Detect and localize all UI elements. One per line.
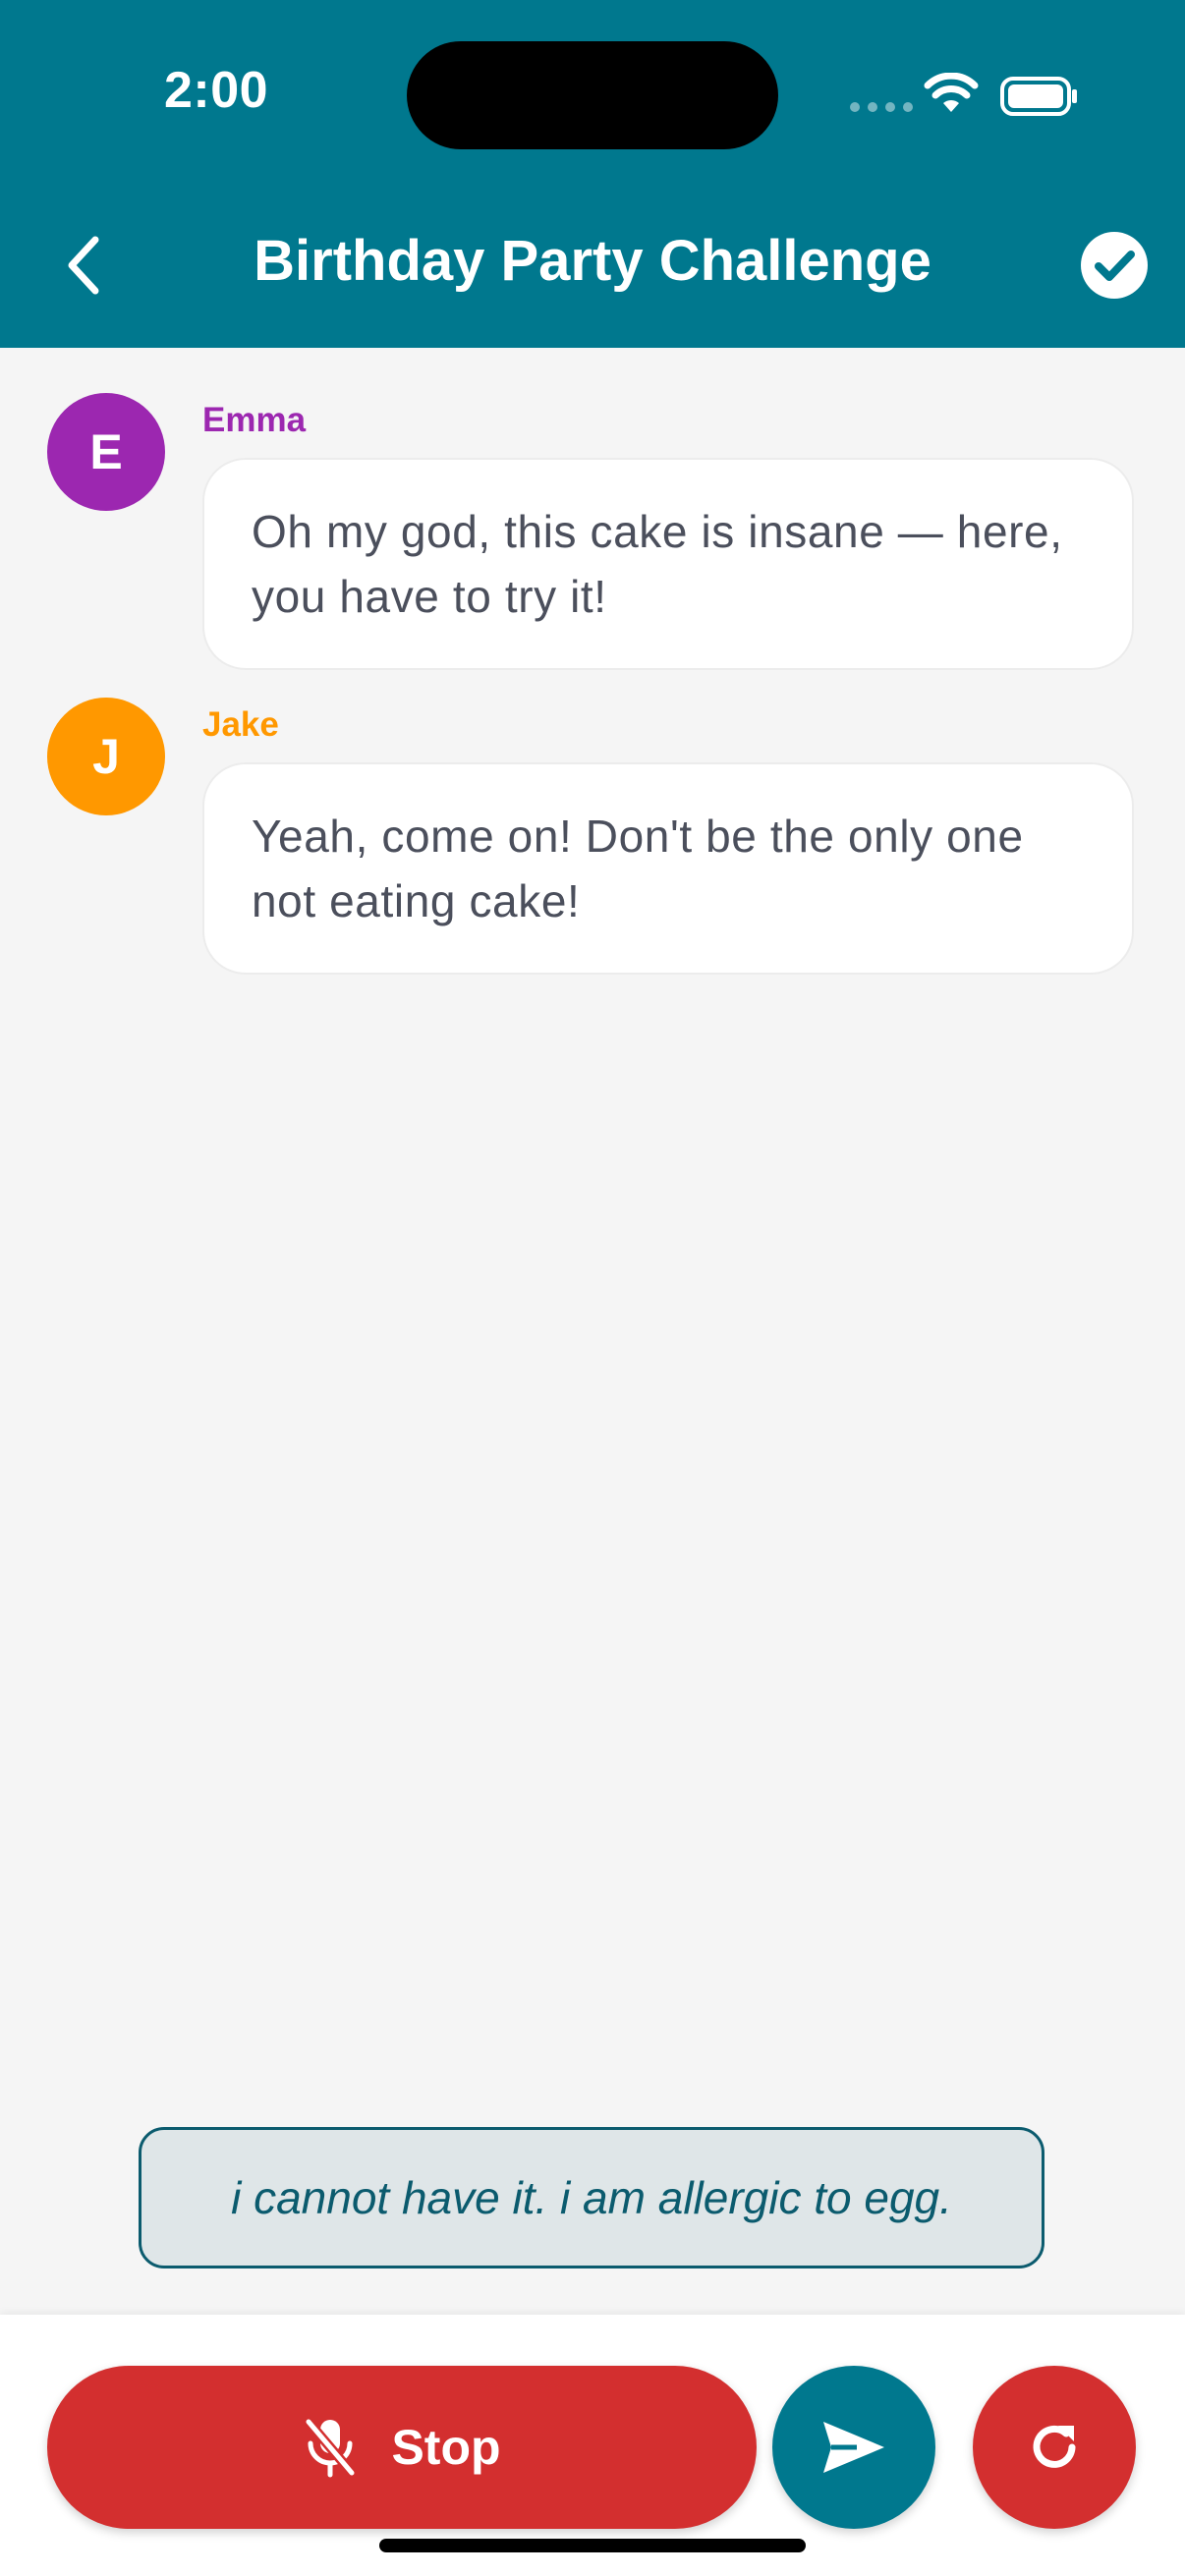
refresh-icon <box>1033 2425 1076 2468</box>
avatar: J <box>47 698 165 815</box>
stop-recording-button[interactable]: Stop <box>47 2366 757 2529</box>
avatar: E <box>47 393 165 511</box>
message-bubble: Yeah, come on! Don't be the only one not… <box>202 762 1134 975</box>
retry-button[interactable] <box>973 2366 1136 2529</box>
app-header: 2:00 Birthday Party Challenge <box>0 0 1185 348</box>
message-bubble: Oh my god, this cake is insane — here, y… <box>202 458 1134 670</box>
sender-name: Jake <box>202 705 279 744</box>
stop-label: Stop <box>391 2420 501 2475</box>
status-time: 2:00 <box>163 62 269 119</box>
back-button[interactable] <box>49 226 118 305</box>
check-circle-icon[interactable] <box>1079 230 1150 301</box>
dynamic-island <box>407 41 778 149</box>
cellular-signal-icon <box>850 102 913 112</box>
speech-transcript: i cannot have it. i am allergic to egg. <box>139 2127 1044 2268</box>
chevron-left-icon <box>68 236 99 295</box>
wifi-icon <box>924 73 979 112</box>
sender-name: Emma <box>202 401 307 439</box>
battery-icon <box>1000 77 1077 116</box>
send-icon <box>823 2422 884 2473</box>
home-indicator <box>379 2539 806 2552</box>
page-title: Birthday Party Challenge <box>254 229 931 293</box>
send-button[interactable] <box>772 2366 935 2529</box>
mic-off-icon <box>304 2417 358 2478</box>
